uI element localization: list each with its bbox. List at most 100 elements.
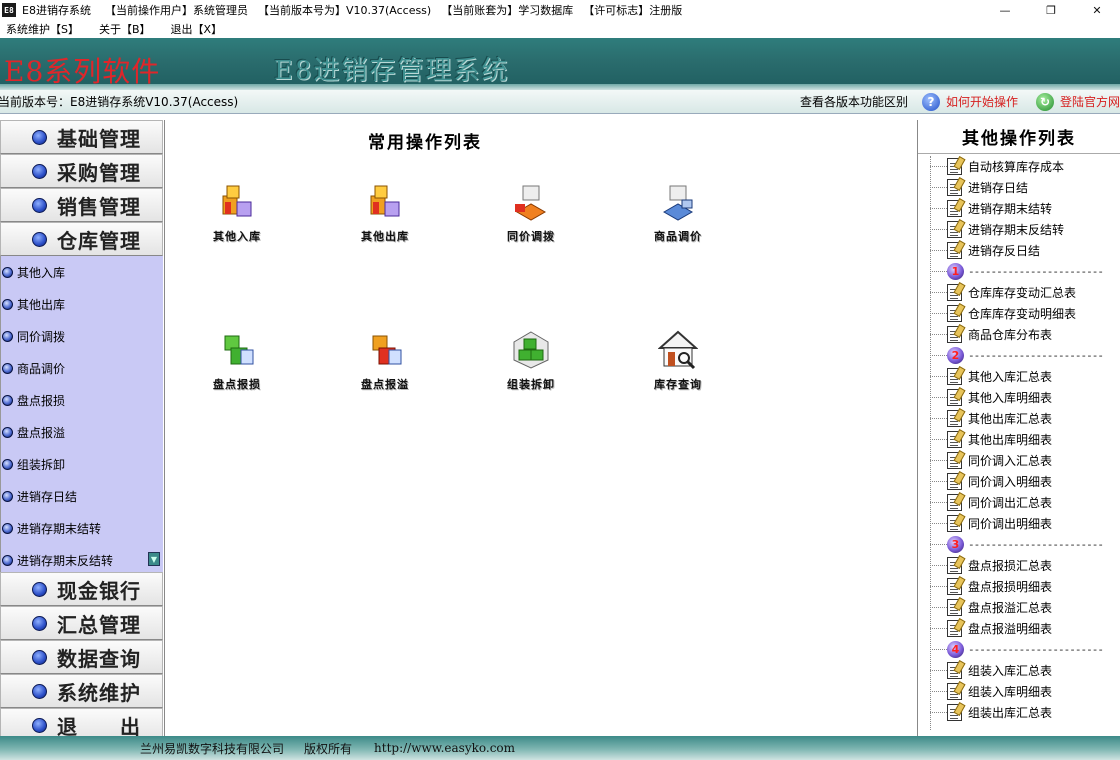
footer: 兰州易凯数字科技有限公司 版权所有 http://www.easyko.com xyxy=(0,736,1120,760)
main-title: 常用操作列表 xyxy=(368,133,482,153)
sub-transfer[interactable]: 同价调拨 xyxy=(1,320,163,352)
report-item[interactable]: 其他出库明细表 xyxy=(918,429,1120,450)
report-item[interactable]: 仓库库存变动汇总表 xyxy=(918,282,1120,303)
report-item[interactable]: 其他入库明细表 xyxy=(918,387,1120,408)
report-label: 盘点报损汇总表 xyxy=(968,559,1053,573)
report-item[interactable]: 同价调出汇总表 xyxy=(918,492,1120,513)
bullet-icon xyxy=(2,490,13,502)
bullet-icon xyxy=(32,231,47,247)
title-bar: E8 E8进销存系统 【当前操作用户】 系统管理员 【当前版本号为】 V10.3… xyxy=(0,0,1120,20)
minimize-button[interactable]: — xyxy=(982,0,1028,20)
report-item[interactable]: 进销存期末反结转 xyxy=(918,219,1120,240)
tile-label: 盘点报溢 xyxy=(361,378,409,391)
separator-line: ------------------------ xyxy=(968,538,1104,551)
report-doc-icon xyxy=(947,578,962,595)
report-label: 仓库库存变动明细表 xyxy=(968,307,1077,321)
nav-system[interactable]: 系统维护 xyxy=(0,674,163,708)
report-item[interactable]: 盘点报损汇总表 xyxy=(918,555,1120,576)
report-item[interactable]: 组装入库明细表 xyxy=(918,681,1120,702)
license-label: 【许可标志】 xyxy=(583,4,650,17)
menu-bar: 系统维护【S】 关于【B】 退出【X】 xyxy=(0,20,1120,38)
help-link[interactable]: ? 如何开始操作 xyxy=(922,92,1018,111)
nav-purchase[interactable]: 采购管理 xyxy=(0,154,163,188)
compare-versions-link[interactable]: 查看各版本功能区别 xyxy=(800,93,908,110)
nav-summary[interactable]: 汇总管理 xyxy=(0,606,163,640)
report-label: 其他入库汇总表 xyxy=(968,370,1053,384)
sub-price-adjust[interactable]: 商品调价 xyxy=(1,352,163,384)
report-doc-icon xyxy=(947,704,962,721)
globe-icon: ↻ xyxy=(1036,92,1054,111)
report-item[interactable]: 进销存日结 xyxy=(918,177,1120,198)
nav-basic[interactable]: 基础管理 xyxy=(0,120,163,154)
tile-price-adjust[interactable]: 商品调价 xyxy=(638,182,718,252)
website-url[interactable]: http://www.easyko.com xyxy=(374,741,515,755)
inventory-loss-icon xyxy=(224,335,254,365)
app-icon: E8 xyxy=(2,3,16,17)
sub-period-close[interactable]: 进销存期末结转 xyxy=(1,512,163,544)
boxes-in-icon xyxy=(222,185,252,217)
sub-overflow[interactable]: 盘点报溢 xyxy=(1,416,163,448)
report-item[interactable]: 仓库库存变动明细表 xyxy=(918,303,1120,324)
sub-other-in[interactable]: 其他入库 xyxy=(1,256,163,288)
tile-overflow[interactable]: 盘点报溢 xyxy=(345,330,425,400)
nav-warehouse[interactable]: 仓库管理 xyxy=(0,222,163,256)
sub-other-out[interactable]: 其他出库 xyxy=(1,288,163,320)
tile-transfer[interactable]: 同价调拨 xyxy=(491,182,571,252)
restore-button[interactable]: ❐ xyxy=(1028,0,1074,20)
group-number-icon: 2 xyxy=(947,347,964,364)
report-doc-icon xyxy=(947,368,962,385)
group-number-icon: 3 xyxy=(947,536,964,553)
scroll-down-icon[interactable]: ▼ xyxy=(148,552,160,566)
official-site-link[interactable]: ↻ 登陆官方网站 xyxy=(1036,92,1120,111)
report-item[interactable]: 组装入库汇总表 xyxy=(918,660,1120,681)
report-doc-icon xyxy=(947,557,962,574)
report-doc-icon xyxy=(947,683,962,700)
sub-assembly[interactable]: 组装拆卸 xyxy=(1,448,163,480)
report-label: 同价调出汇总表 xyxy=(968,496,1053,510)
system-name: E8进销存管理系统 xyxy=(274,56,510,86)
report-item[interactable]: 自动核算库存成本 xyxy=(918,156,1120,177)
menu-system[interactable]: 系统维护【S】 xyxy=(6,21,79,37)
report-item[interactable]: 同价调入汇总表 xyxy=(918,450,1120,471)
tile-assembly[interactable]: 组装拆卸 xyxy=(491,330,571,400)
report-doc-icon xyxy=(947,431,962,448)
tile-stock-query[interactable]: 库存查询 xyxy=(638,330,718,400)
sub-loss[interactable]: 盘点报损 xyxy=(1,384,163,416)
report-item[interactable]: 盘点报溢汇总表 xyxy=(918,597,1120,618)
group-number-icon: 1 xyxy=(947,263,964,280)
report-item[interactable]: 盘点报损明细表 xyxy=(918,576,1120,597)
tile-loss[interactable]: 盘点报损 xyxy=(197,330,277,400)
report-doc-icon xyxy=(947,389,962,406)
menu-about[interactable]: 关于【B】 xyxy=(99,21,151,37)
report-item[interactable]: 盘点报溢明细表 xyxy=(918,618,1120,639)
nav-data-query[interactable]: 数据查询 xyxy=(0,640,163,674)
report-doc-icon xyxy=(947,515,962,532)
nav-sales[interactable]: 销售管理 xyxy=(0,188,163,222)
inventory-overflow-icon xyxy=(372,335,402,365)
report-doc-icon xyxy=(947,452,962,469)
report-item[interactable]: 进销存反日结 xyxy=(918,240,1120,261)
report-item[interactable]: 同价调出明细表 xyxy=(918,513,1120,534)
report-item[interactable]: 其他入库汇总表 xyxy=(918,366,1120,387)
tile-label: 盘点报损 xyxy=(213,378,261,391)
group-separator: 4 ------------------------ xyxy=(918,639,1120,660)
tile-other-out[interactable]: 其他出库 xyxy=(345,182,425,252)
report-item[interactable]: 组装出库汇总表 xyxy=(918,702,1120,723)
report-item[interactable]: 进销存期末结转 xyxy=(918,198,1120,219)
sub-daily-close[interactable]: 进销存日结 xyxy=(1,480,163,512)
report-doc-icon xyxy=(947,662,962,679)
report-item[interactable]: 其他出库汇总表 xyxy=(918,408,1120,429)
report-doc-icon xyxy=(947,179,962,196)
version-info: 当前版本号：E8进销存系统V10.37(Access) xyxy=(0,95,239,109)
menu-exit[interactable]: 退出【X】 xyxy=(171,21,223,37)
close-button[interactable]: ✕ xyxy=(1074,0,1120,20)
report-item[interactable]: 商品仓库分布表 xyxy=(918,324,1120,345)
transfer-icon xyxy=(515,185,547,221)
nav-cash-bank[interactable]: 现金银行 xyxy=(0,572,163,606)
report-label: 组装入库汇总表 xyxy=(968,664,1053,678)
report-item[interactable]: 同价调入明细表 xyxy=(918,471,1120,492)
report-label: 自动核算库存成本 xyxy=(968,160,1065,174)
sub-period-reverse[interactable]: 进销存期末反结转 xyxy=(1,544,163,572)
user-value: 系统管理员 xyxy=(192,4,248,17)
tile-other-in[interactable]: 其他入库 xyxy=(197,182,277,252)
